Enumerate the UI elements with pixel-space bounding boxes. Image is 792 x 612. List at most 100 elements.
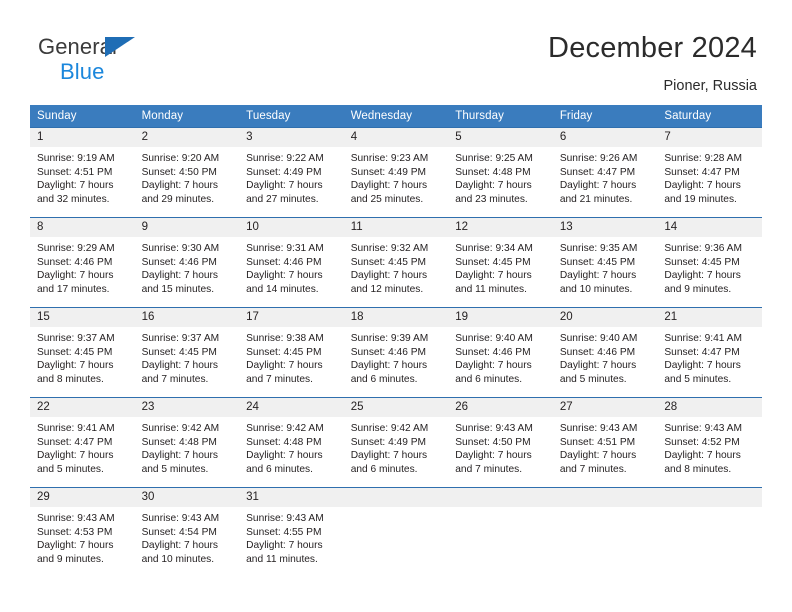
daylight-text-line2: and 6 minutes. [350,373,418,385]
day-number: 4 [343,128,449,147]
calendar-day-cell[interactable]: 14 Sunrise: 9:36 AM Sunset: 4:45 PM Dayligh… [657,217,762,308]
daylight-text-line1: Daylight: 7 hours [455,270,532,282]
day-cell-inner: 12 Sunrise: 9:34 AM Sunset: 4:45 PM Dayligh… [448,218,553,307]
calendar-day-cell[interactable]: 4 Sunrise: 9:23 AM Sunset: 4:49 PM Daylight… [343,127,449,218]
daylight-text-line2: and 10 minutes. [141,553,215,565]
daylight-text-line1: Daylight: 7 hours [246,450,323,462]
calendar-day-cell[interactable]: 30 Sunrise: 9:43 AM Sunset: 4:54 PM Dayligh… [134,487,240,573]
calendar-day-cell[interactable]: 31 Sunrise: 9:43 AM Sunset: 4:55 PM Dayligh… [239,487,344,573]
daylight-text-line1: Daylight: 7 hours [664,270,741,282]
weekday-header-thursday: Thursday [448,105,553,128]
sunset-text: Sunset: 4:47 PM [664,346,740,358]
calendar-day-cell[interactable]: 8 Sunrise: 9:29 AM Sunset: 4:46 PM Daylight… [30,217,135,308]
sunset-text: Sunset: 4:48 PM [141,436,217,448]
sunset-text: Sunset: 4:46 PM [350,346,427,358]
daylight-text-line2: and 7 minutes. [455,463,523,475]
calendar-day-cell-empty [343,487,449,573]
sunrise-text: Sunrise: 9:32 AM [350,243,429,254]
calendar-day-cell[interactable]: 29 Sunrise: 9:43 AM Sunset: 4:53 PM Dayligh… [30,487,135,573]
calendar-day-cell[interactable]: 1 Sunrise: 9:19 AM Sunset: 4:51 PM Daylight… [30,127,135,218]
daylight-text-line1: Daylight: 7 hours [141,450,219,462]
daylight-text-line1: Daylight: 7 hours [37,360,114,372]
day-number: 13 [552,218,658,237]
calendar-day-cell[interactable]: 25 Sunrise: 9:42 AM Sunset: 4:49 PM Dayligh… [343,397,449,488]
calendar-day-cell[interactable]: 20 Sunrise: 9:40 AM Sunset: 4:46 PM Dayligh… [552,307,658,398]
calendar-day-cell[interactable]: 12 Sunrise: 9:34 AM Sunset: 4:45 PM Dayligh… [448,217,553,308]
day-number: 21 [657,308,762,327]
calendar-day-cell[interactable]: 21 Sunrise: 9:41 AM Sunset: 4:47 PM Dayligh… [657,307,762,398]
day-number: 26 [448,398,553,417]
day-cell-inner: 3 Sunrise: 9:22 AM Sunset: 4:49 PM Daylight… [239,128,344,217]
daylight-text-line1: Daylight: 7 hours [246,540,323,552]
sunrise-text: Sunrise: 9:43 AM [559,423,638,434]
sunrise-text: Sunrise: 9:40 AM [559,333,638,344]
calendar-day-cell[interactable]: 18 Sunrise: 9:39 AM Sunset: 4:46 PM Dayligh… [343,307,449,398]
calendar-day-cell[interactable]: 9 Sunrise: 9:30 AM Sunset: 4:46 PM Daylight… [134,217,240,308]
day-details: Sunrise: 9:30 AM Sunset: 4:46 PM Daylight:… [135,237,240,296]
calendar-day-cell[interactable]: 24 Sunrise: 9:42 AM Sunset: 4:48 PM Dayligh… [239,397,344,488]
day-number: 1 [30,128,135,147]
calendar-day-cell[interactable]: 15 Sunrise: 9:37 AM Sunset: 4:45 PM Dayligh… [30,307,135,398]
day-number: 12 [448,218,553,237]
day-cell-inner: 22 Sunrise: 9:41 AM Sunset: 4:47 PM Dayligh… [30,398,135,487]
daylight-text-line2: and 5 minutes. [559,373,627,385]
daylight-text-line1: Daylight: 7 hours [455,360,532,372]
calendar-day-cell[interactable]: 7 Sunrise: 9:28 AM Sunset: 4:47 PM Daylight… [657,127,762,218]
daylight-text-line1: Daylight: 7 hours [350,360,428,372]
day-details: Sunrise: 9:43 AM Sunset: 4:53 PM Daylight:… [30,507,135,566]
daylight-text-line1: Daylight: 7 hours [141,360,219,372]
daylight-text-line1: Daylight: 7 hours [246,180,323,192]
sunset-text: Sunset: 4:45 PM [559,256,636,268]
calendar-day-cell[interactable]: 5 Sunrise: 9:25 AM Sunset: 4:48 PM Daylight… [448,127,553,218]
day-number: 11 [343,218,449,237]
daylight-text-line2: and 11 minutes. [246,553,318,565]
day-number: 22 [30,398,135,417]
daylight-text-line2: and 7 minutes. [141,373,209,385]
calendar-day-cell[interactable]: 19 Sunrise: 9:40 AM Sunset: 4:46 PM Dayligh… [448,307,553,398]
daylight-text-line1: Daylight: 7 hours [141,180,219,192]
sunset-text: Sunset: 4:52 PM [664,436,740,448]
calendar-day-cell[interactable]: 2 Sunrise: 9:20 AM Sunset: 4:50 PM Daylight… [134,127,240,218]
day-number [343,488,449,507]
sunset-text: Sunset: 4:45 PM [455,256,531,268]
daylight-text-line2: and 29 minutes. [141,193,215,205]
day-number: 17 [239,308,344,327]
day-number: 16 [134,308,240,327]
day-cell-inner: 27 Sunrise: 9:43 AM Sunset: 4:51 PM Dayligh… [552,398,658,487]
day-cell-inner: 19 Sunrise: 9:40 AM Sunset: 4:46 PM Dayligh… [448,308,553,397]
calendar-week-row: 15 Sunrise: 9:37 AM Sunset: 4:45 PM Dayligh… [30,307,762,398]
calendar-day-cell[interactable]: 13 Sunrise: 9:35 AM Sunset: 4:45 PM Dayligh… [552,217,658,308]
calendar-day-cell[interactable]: 23 Sunrise: 9:42 AM Sunset: 4:48 PM Dayligh… [134,397,240,488]
sunrise-text: Sunrise: 9:43 AM [246,513,324,524]
weekday-header-saturday: Saturday [657,105,762,128]
day-number: 20 [552,308,658,327]
calendar-day-cell[interactable]: 27 Sunrise: 9:43 AM Sunset: 4:51 PM Dayligh… [552,397,658,488]
calendar-day-cell[interactable]: 3 Sunrise: 9:22 AM Sunset: 4:49 PM Daylight… [239,127,344,218]
sunrise-text: Sunrise: 9:22 AM [246,153,324,164]
day-cell-inner: 9 Sunrise: 9:30 AM Sunset: 4:46 PM Daylight… [134,218,240,307]
calendar-day-cell[interactable]: 26 Sunrise: 9:43 AM Sunset: 4:50 PM Dayligh… [448,397,553,488]
calendar-day-cell[interactable]: 11 Sunrise: 9:32 AM Sunset: 4:45 PM Dayligh… [343,217,449,308]
day-cell-inner: 1 Sunrise: 9:19 AM Sunset: 4:51 PM Daylight… [30,128,135,217]
calendar-day-cell[interactable]: 22 Sunrise: 9:41 AM Sunset: 4:47 PM Dayligh… [30,397,135,488]
sunrise-text: Sunrise: 9:36 AM [664,243,742,254]
calendar-day-cell[interactable]: 10 Sunrise: 9:31 AM Sunset: 4:46 PM Dayligh… [239,217,344,308]
sunrise-text: Sunrise: 9:38 AM [246,333,324,344]
sunrise-text: Sunrise: 9:37 AM [141,333,220,344]
day-details: Sunrise: 9:28 AM Sunset: 4:47 PM Daylight:… [657,147,762,206]
daylight-text-line1: Daylight: 7 hours [141,270,219,282]
calendar-day-cell[interactable]: 17 Sunrise: 9:38 AM Sunset: 4:45 PM Dayligh… [239,307,344,398]
day-details [344,507,449,512]
calendar-day-cell[interactable]: 6 Sunrise: 9:26 AM Sunset: 4:47 PM Daylight… [552,127,658,218]
calendar-body: 1 Sunrise: 9:19 AM Sunset: 4:51 PM Daylight… [30,127,762,573]
day-details: Sunrise: 9:34 AM Sunset: 4:45 PM Daylight:… [448,237,553,296]
calendar-day-cell[interactable]: 28 Sunrise: 9:43 AM Sunset: 4:52 PM Dayligh… [657,397,762,488]
daylight-text-line2: and 27 minutes. [246,193,319,205]
day-details: Sunrise: 9:41 AM Sunset: 4:47 PM Daylight:… [30,417,135,476]
daylight-text-line2: and 8 minutes. [664,463,732,475]
day-details: Sunrise: 9:40 AM Sunset: 4:46 PM Daylight:… [553,327,658,386]
sunrise-text: Sunrise: 9:20 AM [141,153,220,164]
daylight-text-line2: and 21 minutes. [559,193,633,205]
daylight-text-line1: Daylight: 7 hours [559,270,637,282]
calendar-day-cell[interactable]: 16 Sunrise: 9:37 AM Sunset: 4:45 PM Dayligh… [134,307,240,398]
